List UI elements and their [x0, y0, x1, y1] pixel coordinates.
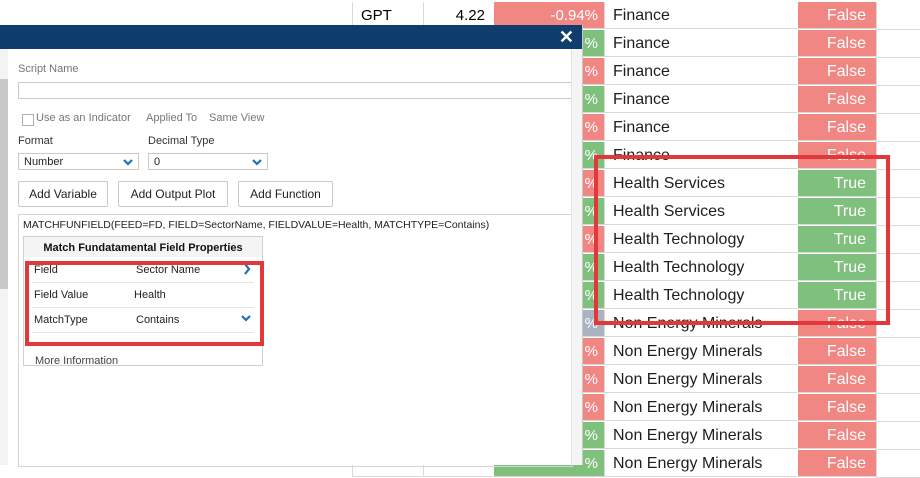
match-result-cell[interactable]: False — [798, 450, 876, 477]
decimal-type-select-value: 0 — [154, 156, 161, 168]
empty-cell[interactable] — [876, 142, 920, 170]
format-label: Format — [18, 135, 53, 147]
property-row-field[interactable]: Field Sector Name — [32, 258, 254, 283]
script-name-input[interactable] — [18, 82, 573, 99]
sector-cell[interactable]: Non Energy Minerals — [604, 422, 797, 449]
formula-text[interactable]: MATCHFUNFIELD(FEED=FD, FIELD=SectorName,… — [23, 219, 489, 231]
chevron-down-icon — [123, 159, 133, 166]
match-result-cell[interactable]: False — [798, 394, 876, 421]
empty-cell[interactable] — [876, 2, 920, 30]
sector-cell[interactable]: Non Energy Minerals — [604, 338, 797, 365]
empty-cell[interactable] — [876, 114, 920, 142]
empty-cell[interactable] — [876, 282, 920, 310]
match-result-cell[interactable]: False — [798, 338, 876, 365]
add-function-button[interactable]: Add Function — [238, 181, 333, 207]
sector-cell[interactable]: Non Energy Minerals — [604, 366, 797, 393]
field-properties-panel: Match Fundatamental Field Properties Fie… — [23, 236, 263, 367]
sector-cell[interactable]: Finance — [604, 58, 797, 85]
match-result-cell[interactable]: True — [798, 254, 876, 281]
scroll-thumb[interactable] — [0, 79, 8, 289]
decimal-type-label: Decimal Type — [148, 135, 215, 147]
property-value[interactable]: Health — [134, 289, 166, 301]
use-as-indicator-checkbox[interactable] — [22, 114, 34, 126]
sector-cell[interactable]: Health Technology — [604, 226, 797, 253]
applied-to-value[interactable]: Same View — [209, 112, 264, 124]
script-editor-dialog: ✕ Script Name Use as an Indicator Applie… — [0, 25, 583, 467]
add-output-plot-button[interactable]: Add Output Plot — [118, 181, 228, 207]
empty-cell[interactable] — [876, 170, 920, 198]
sector-cell[interactable]: Non Energy Minerals — [604, 450, 797, 477]
match-result-cell[interactable]: False — [798, 2, 876, 29]
close-icon[interactable]: ✕ — [559, 26, 574, 48]
match-result-cell[interactable]: False — [798, 142, 876, 169]
property-name: Field Value — [34, 289, 89, 301]
sector-cell[interactable]: Finance — [604, 142, 797, 169]
chevron-down-icon — [252, 159, 262, 166]
sector-cell[interactable]: Health Technology — [604, 254, 797, 281]
empty-cell[interactable] — [876, 338, 920, 366]
sector-cell[interactable]: Finance — [604, 86, 797, 113]
dialog-scrollbar[interactable] — [571, 49, 582, 465]
property-name: Field — [34, 264, 58, 276]
empty-cell[interactable] — [876, 310, 920, 338]
left-panel-scrollbar[interactable] — [0, 49, 8, 465]
property-row-match-type[interactable]: MatchType Contains — [32, 308, 254, 333]
empty-cell[interactable] — [876, 58, 920, 86]
property-value[interactable]: Contains — [136, 314, 179, 326]
match-result-cell[interactable]: True — [798, 282, 876, 309]
dialog-title-bar[interactable]: ✕ — [0, 25, 582, 49]
sector-cell[interactable]: Finance — [604, 30, 797, 57]
decimal-type-select[interactable]: 0 — [148, 153, 268, 170]
sector-cell[interactable]: Non Energy Minerals — [604, 394, 797, 421]
empty-cell[interactable] — [876, 226, 920, 254]
script-code-editor[interactable]: MATCHFUNFIELD(FEED=FD, FIELD=SectorName,… — [18, 214, 573, 467]
sector-cell[interactable]: Health Technology — [604, 282, 797, 309]
chevron-down-icon[interactable] — [240, 311, 252, 327]
sector-cell[interactable]: Finance — [604, 114, 797, 141]
properties-panel-title: Match Fundatamental Field Properties — [24, 237, 262, 257]
match-result-cell[interactable]: False — [798, 366, 876, 393]
match-result-cell[interactable]: False — [798, 86, 876, 113]
match-result-cell[interactable]: True — [798, 198, 876, 225]
match-result-cell[interactable]: True — [798, 170, 876, 197]
empty-cell[interactable] — [876, 450, 920, 478]
match-result-cell[interactable]: False — [798, 30, 876, 57]
match-result-cell[interactable]: True — [798, 226, 876, 253]
property-name: MatchType — [34, 314, 88, 326]
match-result-cell[interactable]: False — [798, 114, 876, 141]
empty-cell[interactable] — [876, 394, 920, 422]
property-value[interactable]: Sector Name — [136, 264, 200, 276]
sector-cell[interactable]: Finance — [604, 2, 797, 29]
arrow-right-icon[interactable] — [242, 261, 252, 277]
format-select-value: Number — [24, 156, 64, 168]
empty-cell[interactable] — [876, 422, 920, 450]
empty-cell[interactable] — [876, 30, 920, 58]
match-result-cell[interactable]: False — [798, 310, 876, 337]
more-information-link[interactable]: More Information — [35, 355, 118, 367]
add-variable-button[interactable]: Add Variable — [18, 181, 108, 207]
empty-cell[interactable] — [876, 86, 920, 114]
script-name-label: Script Name — [18, 63, 79, 75]
sector-cell[interactable]: Health Services — [604, 170, 797, 197]
applied-to-label: Applied To — [146, 112, 198, 124]
use-as-indicator-label: Use as an Indicator — [36, 112, 131, 124]
sector-cell[interactable]: Health Services — [604, 198, 797, 225]
empty-cell[interactable] — [876, 366, 920, 394]
match-result-cell[interactable]: False — [798, 58, 876, 85]
format-select[interactable]: Number — [18, 153, 139, 170]
match-result-cell[interactable]: False — [798, 422, 876, 449]
empty-cell[interactable] — [876, 254, 920, 282]
empty-cell[interactable] — [876, 198, 920, 226]
property-row-field-value[interactable]: Field Value Health — [32, 283, 254, 308]
sector-cell[interactable]: Non Energy Minerals — [604, 310, 797, 337]
